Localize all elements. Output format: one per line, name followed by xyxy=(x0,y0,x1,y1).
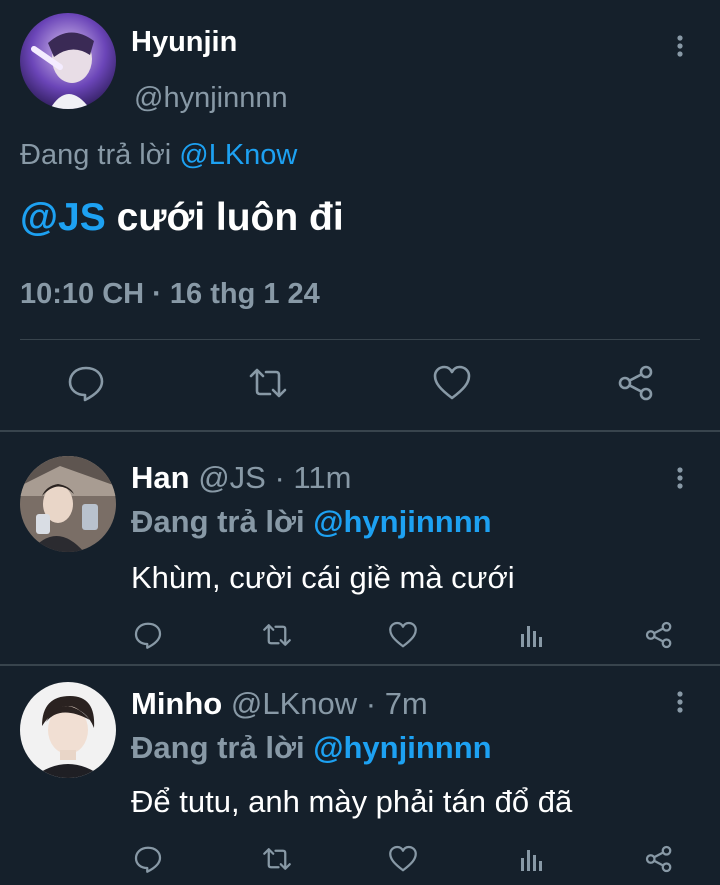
avatar[interactable] xyxy=(20,456,116,552)
reply-text: Để tutu, anh mày phải tán đổ đã xyxy=(131,784,573,819)
more-options-icon[interactable] xyxy=(670,690,690,714)
user-handle[interactable]: @hynjinnnn xyxy=(134,82,288,115)
reply-icon[interactable] xyxy=(66,363,106,403)
analytics-icon[interactable] xyxy=(517,620,547,650)
like-icon[interactable] xyxy=(388,844,418,874)
more-options-icon[interactable] xyxy=(670,466,690,490)
replying-to: Đang trả lời @LKnow xyxy=(20,139,297,172)
share-icon[interactable] xyxy=(644,844,674,874)
replying-to: Đang trả lời @hynjinnnn xyxy=(131,730,492,766)
tweet-text: @JS cưới luôn đi xyxy=(20,196,344,240)
display-name[interactable]: Hyunjin xyxy=(131,26,237,59)
reply-time[interactable]: · 11m xyxy=(266,460,351,495)
reply-header: Han @JS · 11m xyxy=(131,460,351,496)
reply-tweet[interactable]: Minho @LKnow · 7m Đang trả lời @hynjinnn… xyxy=(0,666,720,885)
user-handle[interactable]: @LKnow xyxy=(231,686,357,721)
share-icon[interactable] xyxy=(616,363,656,403)
reply-to-link[interactable]: @hynjinnnn xyxy=(313,730,491,765)
retweet-icon[interactable] xyxy=(262,620,292,650)
reply-time[interactable]: · 7m xyxy=(357,686,428,721)
analytics-icon[interactable] xyxy=(517,844,547,874)
display-name[interactable]: Han xyxy=(131,460,190,495)
user-handle[interactable]: @JS xyxy=(198,460,266,495)
reply-text: Khùm, cười cái giề mà cưới xyxy=(131,560,515,595)
avatar[interactable] xyxy=(20,13,116,109)
display-name[interactable]: Minho xyxy=(131,686,222,721)
reply-icon[interactable] xyxy=(133,620,163,650)
reply-prefix: Đang trả lời xyxy=(131,730,305,765)
divider xyxy=(20,339,700,340)
tweet-timestamp[interactable]: 10:10 CH · 16 thg 1 24 xyxy=(20,278,320,311)
tweet-body: cưới luôn đi xyxy=(105,196,344,239)
share-icon[interactable] xyxy=(644,620,674,650)
tweet-thread: Hyunjin @hynjinnnn Đang trả lời @LKnow @… xyxy=(0,0,720,885)
avatar[interactable] xyxy=(20,682,116,778)
retweet-icon[interactable] xyxy=(262,844,292,874)
like-icon[interactable] xyxy=(432,363,472,403)
more-options-icon[interactable] xyxy=(670,34,690,58)
reply-to-link[interactable]: @hynjinnnn xyxy=(313,504,491,539)
reply-to-link[interactable]: @LKnow xyxy=(179,139,297,171)
retweet-icon[interactable] xyxy=(248,363,288,403)
reply-icon[interactable] xyxy=(133,844,163,874)
reply-tweet[interactable]: Han @JS · 11m Đang trả lời @hynjinnnn Kh… xyxy=(0,432,720,664)
replying-to: Đang trả lời @hynjinnnn xyxy=(131,504,492,540)
like-icon[interactable] xyxy=(388,620,418,650)
main-tweet: Hyunjin @hynjinnnn Đang trả lời @LKnow @… xyxy=(0,0,720,430)
reply-prefix: Đang trả lời xyxy=(20,139,172,171)
mention-link[interactable]: @JS xyxy=(20,196,106,239)
reply-prefix: Đang trả lời xyxy=(131,504,305,539)
reply-header: Minho @LKnow · 7m xyxy=(131,686,428,722)
